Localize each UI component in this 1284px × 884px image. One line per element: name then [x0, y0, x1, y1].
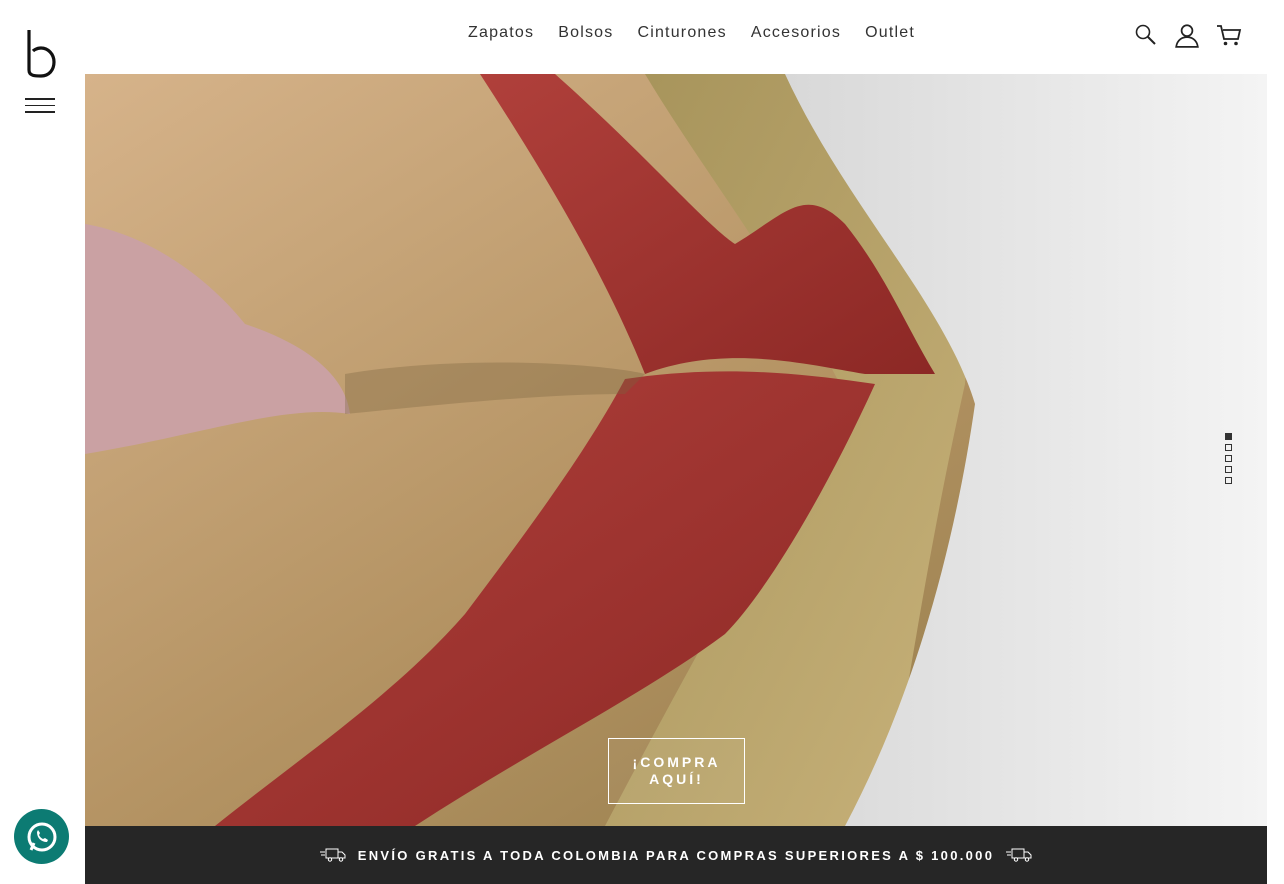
slider-pagination — [1225, 433, 1232, 484]
main-nav: Zapatos Bolsos Cinturones Accesorios Out… — [468, 24, 915, 42]
menu-hamburger-icon[interactable] — [25, 98, 55, 114]
shop-now-button[interactable]: ¡COMPRA AQUÍ! — [608, 738, 745, 804]
truck-icon — [1006, 848, 1032, 862]
left-sidebar — [0, 0, 85, 884]
nav-item-bolsos[interactable]: Bolsos — [558, 24, 613, 42]
search-icon[interactable] — [1134, 23, 1158, 47]
nav-item-outlet[interactable]: Outlet — [865, 24, 915, 42]
slide-dot-3[interactable] — [1225, 455, 1232, 462]
brand-logo-icon[interactable] — [25, 28, 59, 78]
truck-icon — [319, 848, 346, 862]
cart-icon[interactable] — [1216, 23, 1242, 47]
whatsapp-icon — [27, 822, 56, 851]
free-shipping-bar: ENVÍO GRATIS A TODA COLOMBIA PARA COMPRA… — [85, 826, 1267, 884]
nav-item-accesorios[interactable]: Accesorios — [751, 24, 841, 42]
top-header: Zapatos Bolsos Cinturones Accesorios Out… — [85, 0, 1284, 74]
slide-dot-1[interactable] — [1225, 433, 1232, 440]
hero-banner: ¡COMPRA AQUÍ! — [85, 74, 1267, 826]
header-actions — [1134, 22, 1242, 48]
user-icon[interactable] — [1174, 22, 1200, 48]
slide-dot-4[interactable] — [1225, 466, 1232, 473]
whatsapp-button[interactable] — [14, 809, 69, 864]
cta-line-1: ¡COMPRA — [632, 754, 721, 770]
slide-dot-2[interactable] — [1225, 444, 1232, 451]
nav-item-zapatos[interactable]: Zapatos — [468, 24, 534, 42]
slide-dot-5[interactable] — [1225, 477, 1232, 484]
nav-item-cinturones[interactable]: Cinturones — [637, 24, 726, 42]
free-shipping-text: ENVÍO GRATIS A TODA COLOMBIA PARA COMPRA… — [357, 847, 995, 863]
cta-line-2: AQUÍ! — [649, 771, 704, 787]
leather-ribbons-image — [85, 74, 1267, 826]
